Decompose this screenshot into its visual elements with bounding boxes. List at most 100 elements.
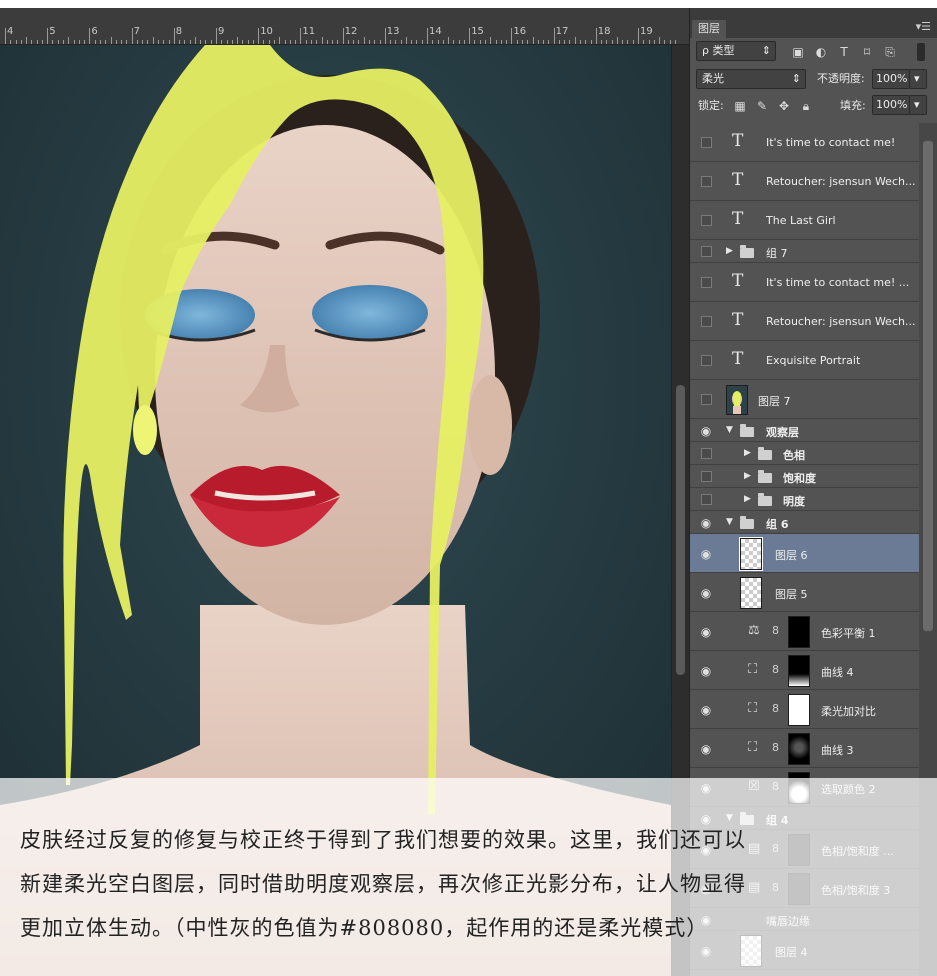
expand-down-icon[interactable]: ▼ [726, 517, 733, 527]
link-chain-icon[interactable]: 8 [772, 663, 779, 676]
expand-right-icon[interactable]: ▶ [744, 494, 751, 504]
link-chain-icon[interactable]: 8 [772, 741, 779, 754]
ruler-tick [527, 40, 529, 44]
eye-icon[interactable]: ◉ [700, 665, 712, 677]
ruler-tick [611, 40, 613, 44]
visibility-toggle[interactable] [701, 393, 712, 405]
ruler-tick [321, 37, 323, 44]
ruler-tick [427, 28, 428, 44]
layer-name: Retoucher: jsensun Wech... [766, 174, 916, 188]
layer-row[interactable]: ◉ ▼ 观察层 [690, 419, 919, 442]
tab-layers[interactable]: 图层 [692, 20, 726, 38]
expand-down-icon[interactable]: ▼ [726, 425, 733, 435]
layer-row[interactable]: T Retoucher: jsensun Wech... [690, 162, 919, 201]
layer-row[interactable]: ◉ ▼ 组 6 [690, 511, 919, 534]
eye-icon[interactable]: ◉ [700, 743, 712, 755]
filter-toggle[interactable] [917, 43, 925, 61]
ruler-tick [326, 40, 328, 44]
ruler-tick [574, 37, 576, 44]
layer-row[interactable]: ◉ 图层 5 [690, 573, 919, 612]
link-chain-icon[interactable]: 8 [772, 702, 779, 715]
opacity-label: 不透明度: [817, 72, 865, 85]
expand-right-icon[interactable]: ▶ [744, 448, 751, 458]
ruler-tick [622, 40, 624, 44]
opacity-input[interactable]: 100% [872, 69, 910, 89]
horizontal-ruler: 4 5 6 7 8 9 10 11 12 13 14 15 16 17 18 19 [0, 8, 689, 45]
eye-icon[interactable]: ◉ [700, 587, 712, 599]
opacity-dropdown-icon[interactable]: ▾ [909, 69, 927, 89]
ruler-tick [316, 40, 318, 44]
ruler-tick [200, 40, 202, 44]
visibility-toggle[interactable] [701, 175, 712, 187]
eye-icon[interactable]: ◉ [700, 704, 712, 716]
layers-scroll-thumb[interactable] [923, 141, 933, 631]
ruler-number: 6 [91, 26, 98, 37]
visibility-toggle[interactable] [701, 354, 712, 366]
eye-icon[interactable]: ◉ [700, 517, 712, 529]
lock-brush-icon[interactable]: ✎ [754, 96, 770, 116]
layer-row[interactable]: ▶ 组 7 [690, 240, 919, 263]
ruler-tick [237, 37, 239, 44]
ruler-tick [221, 40, 223, 44]
layer-row[interactable]: T Exquisite Portrait [690, 341, 919, 380]
layer-row[interactable]: ▶ 色相 [690, 442, 919, 465]
ruler-tick [448, 37, 450, 44]
ruler-tick [142, 40, 144, 44]
filter-adjust-icon[interactable]: ◐ [813, 42, 829, 62]
eye-icon[interactable]: ◉ [700, 548, 712, 560]
fill-dropdown-icon[interactable]: ▾ [909, 95, 927, 115]
blend-mode-select[interactable]: 柔光 ⇕ [696, 69, 806, 89]
layer-row[interactable]: ▶ 饱和度 [690, 465, 919, 488]
layer-row[interactable]: T The Last Girl [690, 201, 919, 240]
ruler-tick [310, 40, 312, 44]
canvas-scroll-thumb[interactable] [676, 385, 685, 675]
filter-text-icon[interactable]: T [836, 42, 852, 62]
layer-row[interactable]: ◉ 图层 6 [690, 534, 919, 573]
filter-type-select[interactable]: ρ 类型 ⇕ [696, 41, 776, 61]
layer-row[interactable]: 图层 7 [690, 380, 919, 419]
ruler-tick [263, 40, 265, 44]
lock-move-icon[interactable]: ✥ [776, 96, 792, 116]
lock-all-icon[interactable]: 🔒︎ [798, 96, 814, 116]
ruler-tick [458, 40, 460, 44]
layer-row[interactable]: ◉ ⛶ 8 曲线 3 [690, 729, 919, 768]
eye-icon[interactable]: ◉ [700, 425, 712, 437]
layer-row[interactable]: T Retoucher: jsensun Wech... [690, 302, 919, 341]
ruler-tick [379, 40, 381, 44]
filter-pixel-icon[interactable]: ▣ [790, 42, 806, 62]
layer-mask-thumbnail [788, 615, 810, 648]
visibility-toggle[interactable] [701, 493, 712, 505]
lock-transparency-icon[interactable]: ▦ [732, 96, 748, 116]
visibility-toggle[interactable] [701, 136, 712, 148]
visibility-toggle[interactable] [701, 315, 712, 327]
folder-icon [758, 469, 772, 483]
ruler-tick [289, 40, 291, 44]
ruler-tick [358, 40, 360, 44]
caption-line-2: 新建柔光空白图层，同时借助明度观察层，再次修正光影分布，让人物显得 [20, 872, 746, 896]
eye-icon[interactable]: ◉ [700, 626, 712, 638]
expand-right-icon[interactable]: ▶ [726, 246, 733, 256]
panel-menu-icon[interactable]: ▾☰ [916, 20, 931, 33]
ruler-tick [669, 40, 671, 44]
visibility-toggle[interactable] [701, 245, 712, 257]
layer-row[interactable]: ▶ 明度 [690, 488, 919, 511]
top-strip [0, 0, 937, 8]
visibility-toggle[interactable] [701, 447, 712, 459]
layer-row[interactable]: ◉ ⛶ 8 曲线 4 [690, 651, 919, 690]
filter-shape-icon[interactable]: ⌑ [859, 42, 875, 62]
visibility-toggle[interactable] [701, 470, 712, 482]
filter-smart-icon[interactable]: ⎘ [882, 42, 898, 62]
layer-row[interactable]: ◉ ⚖ 8 色彩平衡 1 [690, 612, 919, 651]
layer-row[interactable]: T It's time to contact me! ... [690, 263, 919, 302]
fill-input[interactable]: 100% [872, 95, 910, 115]
expand-right-icon[interactable]: ▶ [744, 471, 751, 481]
link-chain-icon[interactable]: 8 [772, 624, 779, 637]
ruler-tick [157, 40, 159, 44]
ruler-tick [479, 40, 481, 44]
layer-row[interactable]: ◉ ⛶ 8 柔光加对比 [690, 690, 919, 729]
ruler-tick [205, 40, 207, 44]
visibility-toggle[interactable] [701, 214, 712, 226]
ruler-tick [564, 40, 566, 44]
visibility-toggle[interactable] [701, 276, 712, 288]
layer-row[interactable]: T It's time to contact me! [690, 123, 919, 162]
